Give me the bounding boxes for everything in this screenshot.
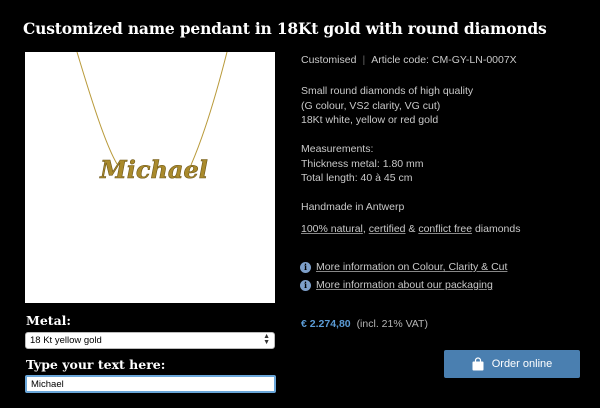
- order-online-button[interactable]: Order online: [444, 350, 580, 378]
- diamond-claims: 100% natural, certified & conflict free …: [301, 222, 591, 237]
- price-amount: € 2.274,80: [301, 318, 351, 330]
- claim-separator: &: [405, 223, 419, 235]
- custom-text-input[interactable]: Michael: [25, 375, 276, 393]
- description-line: (G colour, VS2 clarity, VG cut): [301, 99, 441, 112]
- product-meta: Customised | Article code: CM-GY-LN-0007X: [301, 53, 591, 68]
- pendant-illustration: Michael: [76, 52, 228, 184]
- price: € 2.274,80 (incl. 21% VAT): [301, 318, 428, 330]
- certified-link[interactable]: certified: [369, 223, 406, 235]
- packaging-link-text[interactable]: More information about our packaging: [316, 279, 493, 291]
- price-vat: (incl. 21% VAT): [356, 318, 428, 330]
- product-description: Small round diamonds of high quality (G …: [301, 84, 591, 128]
- metal-label: Metal:: [26, 313, 72, 328]
- category-text: Customised: [301, 54, 357, 66]
- meta-separator: |: [362, 54, 366, 66]
- metal-select[interactable]: 18 Kt yellow gold ▲ ▼: [25, 332, 275, 349]
- claim-suffix: diamonds: [472, 223, 521, 235]
- natural-link[interactable]: 100% natural: [301, 223, 363, 235]
- chain-left: [76, 52, 118, 165]
- measurement-line: Thickness metal: 1.80 mm: [301, 157, 424, 170]
- handmade-text: Handmade in Antwerp: [301, 201, 405, 213]
- shopping-bag-icon: [472, 357, 484, 371]
- measurements-heading: Measurements:: [301, 143, 374, 155]
- measurement-line: Total length: 40 à 45 cm: [301, 172, 413, 184]
- metal-select-value: 18 Kt yellow gold: [30, 335, 102, 346]
- colour-clarity-cut-link[interactable]: i More information on Colour, Clarity & …: [300, 261, 507, 273]
- description-line: Small round diamonds of high quality: [301, 85, 474, 97]
- colour-link-text[interactable]: More information on Colour, Clarity & Cu…: [316, 261, 507, 273]
- packaging-link[interactable]: i More information about our packaging: [300, 279, 493, 291]
- measurements: Measurements: Thickness metal: 1.80 mm T…: [301, 142, 591, 186]
- pendant-name-text: Michael: [99, 155, 208, 184]
- product-image: Michael: [25, 52, 275, 303]
- text-label: Type your text here:: [26, 357, 166, 372]
- order-button-label: Order online: [491, 358, 553, 370]
- page-title: Customized name pendant in 18Kt gold wit…: [23, 19, 547, 38]
- conflict-free-link[interactable]: conflict free: [418, 223, 472, 235]
- article-code: Article code: CM-GY-LN-0007X: [371, 54, 517, 66]
- description-line: 18Kt white, yellow or red gold: [301, 114, 439, 126]
- chain-right: [190, 52, 228, 166]
- info-icon: i: [300, 261, 311, 273]
- info-icon: i: [300, 279, 311, 291]
- select-arrows-icon: ▲ ▼: [263, 333, 270, 346]
